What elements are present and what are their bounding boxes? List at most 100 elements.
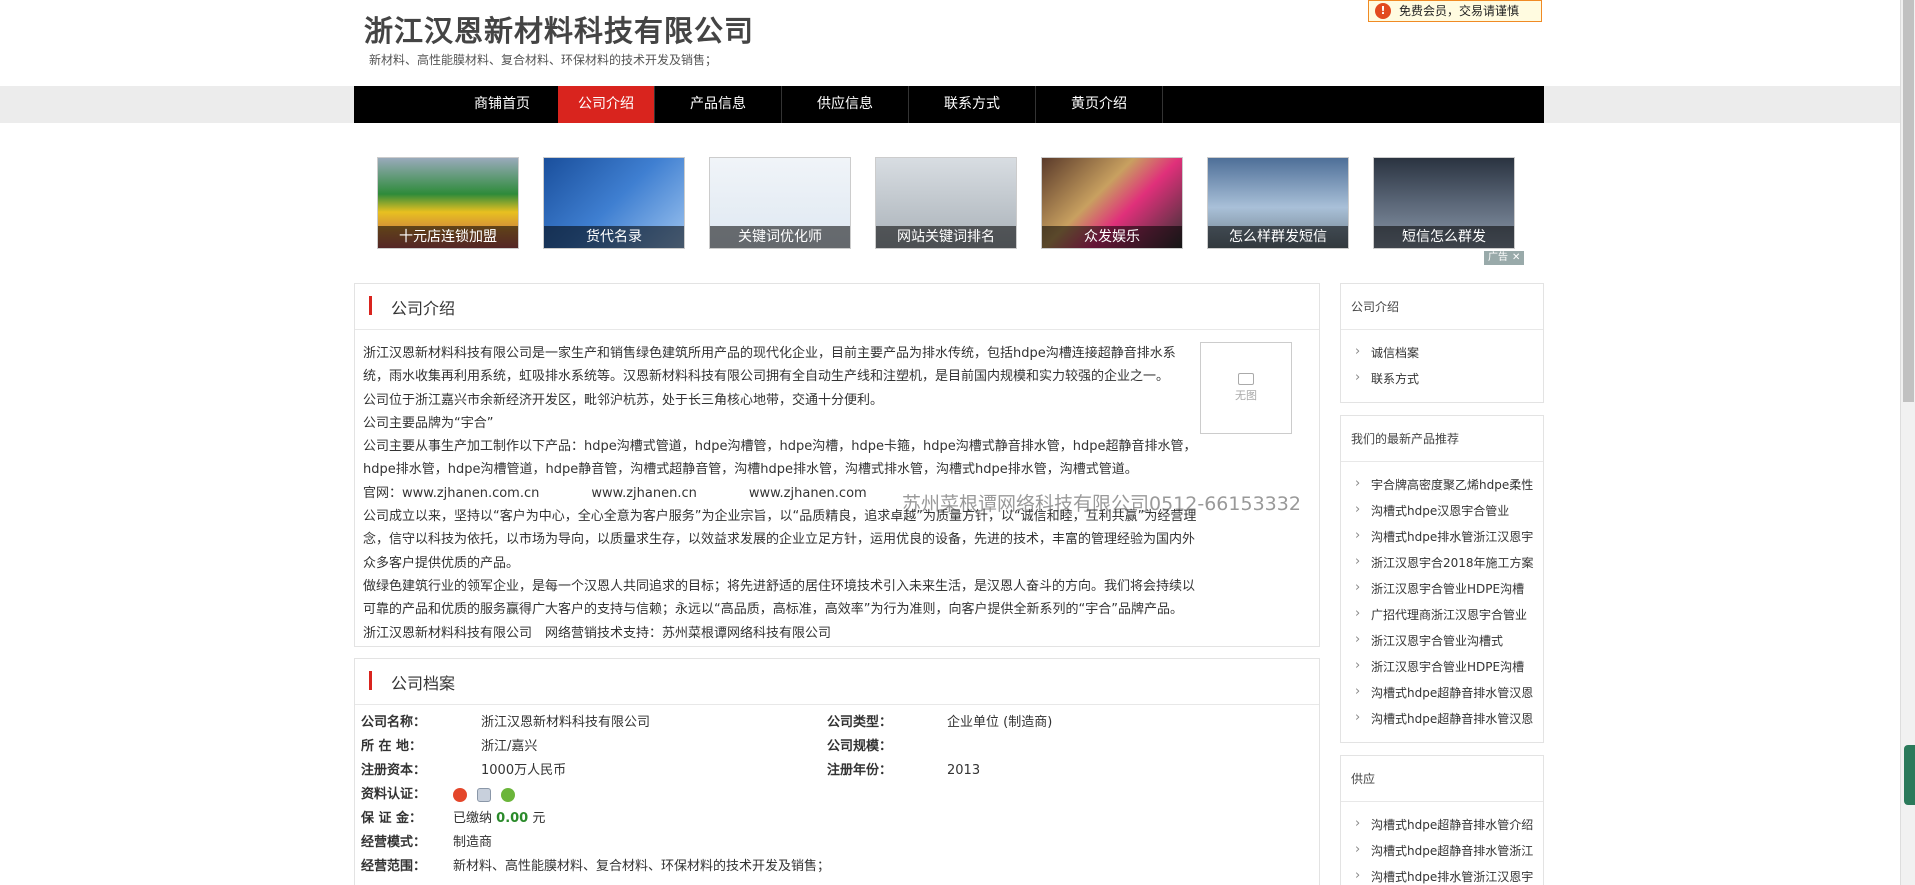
sidebar-new-products-list: 宇合牌高密度聚乙烯hdpe柔性 沟槽式hdpe汉恩宇合管业 沟槽式hdpe排水管… — [1341, 462, 1543, 732]
watermark: 苏州菜根谭网络科技有限公司0512-66153332 — [902, 493, 1301, 515]
field-label: 公司类型： — [827, 715, 893, 730]
ad-strip: 十元店连锁加盟 货代名录 关键词优化师 网站关键词排名 众发娱乐 怎么样群发短信… — [354, 155, 1544, 271]
ad-tile[interactable]: 十元店连锁加盟 — [377, 157, 519, 249]
archive-scope-value: 新材料、高性能膜材料、复合材料、环保材料的技术开发及销售； — [453, 859, 831, 874]
archive-location-value: 浙江/嘉兴 — [481, 739, 538, 754]
ad-caption: 货代名录 — [544, 226, 684, 248]
sidebar-supply-panel: 供应 沟槽式hdpe超静音排水管介绍 沟槽式hdpe超静音排水管浙江 沟槽式hd… — [1340, 755, 1544, 885]
company-description: 新材料、高性能膜材料、复合材料、环保材料的技术开发及销售； — [369, 53, 718, 67]
intro-paragraph: 公司位于浙江嘉兴市余新经济开发区，毗邻沪杭苏，处于长三角核心地带，交通十分便利。 — [363, 392, 884, 408]
deposit-unit: 元 — [532, 811, 546, 826]
close-icon[interactable]: ✕ — [1512, 251, 1520, 265]
intro-title: 公司介绍 — [391, 299, 456, 318]
ad-caption: 十元店连锁加盟 — [378, 226, 518, 248]
ad-label-text: 广告 — [1488, 252, 1508, 263]
field-label: 公司规模： — [827, 739, 893, 754]
archive-capital-value: 1000万人民币 — [481, 763, 567, 778]
warning-icon: ! — [1375, 3, 1391, 19]
list-item[interactable]: 浙江汉恩宇合管业HDPE沟槽 — [1351, 654, 1543, 680]
ad-tile[interactable]: 网站关键词排名 — [875, 157, 1017, 249]
intro-paragraph: 浙江汉恩新材料科技有限公司是一家生产和销售绿色建筑所用产品的现代化企业，目前主要… — [363, 346, 1176, 385]
member-warning-badge[interactable]: ! 免费会员，交易请谨慎 — [1368, 0, 1542, 22]
ad-tile[interactable]: 关键词优化师 — [709, 157, 851, 249]
ad-caption: 怎么样群发短信 — [1208, 226, 1348, 248]
archive-company-type-label: 公司类型： — [827, 713, 892, 733]
nav-contact[interactable]: 联系方式 — [909, 86, 1036, 123]
company-name: 浙江汉恩新材料科技有限公司 — [364, 14, 755, 48]
list-item[interactable]: 浙江汉恩宇合2018年施工方案 — [1351, 550, 1543, 576]
list-item[interactable]: 浙江汉恩宇合管业HDPE沟槽 — [1351, 576, 1543, 602]
archive-capital-label: 注册资本： — [361, 761, 426, 781]
archive-cert-row: 资料认证： — [361, 785, 426, 805]
archive-company-type-value: 企业单位 (制造商) — [947, 715, 1053, 730]
archive-deposit-value: 已缴纳 0.00 元 — [453, 809, 545, 829]
archive-reg-year-label: 注册年份： — [827, 761, 892, 781]
verified-icon[interactable] — [501, 787, 516, 802]
main-nav: 商铺首页 公司介绍 产品信息 供应信息 联系方式 黄页介绍 — [354, 86, 1544, 123]
nav-products[interactable]: 产品信息 — [655, 86, 782, 123]
business-license-icon[interactable] — [477, 787, 492, 802]
sidebar-supply-list: 沟槽式hdpe超静音排水管介绍 沟槽式hdpe超静音排水管浙江 沟槽式hdpe排… — [1341, 802, 1543, 885]
intro-paragraph: 做绿色建筑行业的领军企业，是每一个汉恩人共同追求的目标；将先进舒适的居住环境技术… — [363, 578, 1196, 618]
side-float-tab[interactable] — [1904, 745, 1915, 805]
deposit-prefix: 已缴纳 — [453, 811, 493, 826]
title-accent-bar — [369, 671, 372, 690]
list-item[interactable]: 广招代理商浙江汉恩宇合管业 — [1351, 602, 1543, 628]
credit-shield-icon[interactable] — [453, 787, 467, 802]
company-image-placeholder: 无图 — [1200, 342, 1292, 434]
sidebar-intro-links: 诚信档案 联系方式 — [1341, 330, 1543, 392]
field-label: 经营模式： — [361, 835, 427, 850]
list-item[interactable]: 沟槽式hdpe排水管浙江汉恩宇 — [1351, 864, 1543, 885]
sidebar-link-credit-archive[interactable]: 诚信档案 — [1351, 340, 1543, 366]
list-item[interactable]: 沟槽式hdpe超静音排水管介绍 — [1351, 812, 1543, 838]
archive-company-name-row: 公司名称： — [361, 713, 426, 733]
nav-yellow-pages[interactable]: 黄页介绍 — [1036, 86, 1163, 123]
ad-tile[interactable]: 货代名录 — [543, 157, 685, 249]
ad-tile[interactable]: 短信怎么群发 — [1373, 157, 1515, 249]
list-item[interactable]: 浙江汉恩宇合管业沟槽式 — [1351, 628, 1543, 654]
nav-company-intro[interactable]: 公司介绍 — [558, 86, 655, 123]
archive-deposit-label: 保 证 金： — [361, 809, 422, 829]
archive-mode-value: 制造商 — [453, 835, 493, 850]
intro-paragraph: 公司主要从事生产加工制作以下产品：hdpe沟槽式管道，hdpe沟槽管，hdpe沟… — [363, 439, 1197, 478]
archive-mode-label: 经营模式： — [361, 833, 426, 853]
intro-panel-header: 公司介绍 — [355, 284, 1319, 330]
scrollbar-thumb[interactable] — [1903, 0, 1914, 402]
list-item[interactable]: 沟槽式hdpe排水管浙江汉恩宇 — [1351, 524, 1543, 550]
ad-caption: 网站关键词排名 — [876, 226, 1016, 248]
archive-panel: 公司档案 公司名称： 浙江汉恩新材料科技有限公司 公司类型： 企业单位 (制造商… — [354, 658, 1320, 885]
list-item[interactable]: 沟槽式hdpe超静音排水管汉恩 — [1351, 680, 1543, 706]
sidebar-new-products-title: 我们的最新产品推荐 — [1341, 416, 1543, 462]
title-accent-bar — [369, 296, 372, 315]
sidebar-new-products-panel: 我们的最新产品推荐 宇合牌高密度聚乙烯hdpe柔性 沟槽式hdpe汉恩宇合管业 … — [1340, 415, 1544, 743]
ad-tile[interactable]: 怎么样群发短信 — [1207, 157, 1349, 249]
field-label: 资料认证： — [361, 787, 427, 802]
ad-tile[interactable]: 众发娱乐 — [1041, 157, 1183, 249]
sidebar-intro-panel: 公司介绍 诚信档案 联系方式 — [1340, 283, 1544, 403]
list-item[interactable]: 沟槽式hdpe超静音排水管浙江 — [1351, 838, 1543, 864]
field-label: 公司名称： — [361, 715, 427, 730]
shop-header: 浙江汉恩新材料科技有限公司 新材料、高性能膜材料、复合材料、环保材料的技术开发及… — [354, 0, 1544, 86]
archive-scale-label: 公司规模： — [827, 737, 892, 757]
sidebar-link-contact[interactable]: 联系方式 — [1351, 366, 1543, 392]
nav-supply[interactable]: 供应信息 — [782, 86, 909, 123]
member-warning-text: 免费会员，交易请谨慎 — [1399, 4, 1520, 18]
field-label: 经营范围： — [361, 859, 427, 874]
nav-home[interactable]: 商铺首页 — [446, 86, 558, 123]
camera-icon — [1238, 373, 1254, 385]
list-item[interactable]: 沟槽式hdpe汉恩宇合管业 — [1351, 498, 1543, 524]
cert-icons — [453, 785, 521, 805]
ad-caption: 关键词优化师 — [710, 226, 850, 248]
ad-caption: 众发娱乐 — [1042, 226, 1182, 248]
field-label: 注册年份： — [827, 763, 893, 778]
no-image-label: 无图 — [1235, 389, 1257, 402]
archive-title: 公司档案 — [391, 674, 456, 693]
list-item[interactable]: 沟槽式hdpe超静音排水管汉恩 — [1351, 706, 1543, 732]
list-item[interactable]: 宇合牌高密度聚乙烯hdpe柔性 — [1351, 472, 1543, 498]
intro-panel: 公司介绍 浙江汉恩新材料科技有限公司是一家生产和销售绿色建筑所用产品的现代化企业… — [354, 283, 1320, 647]
ad-label[interactable]: 广告 ✕ — [1484, 251, 1525, 265]
archive-panel-header: 公司档案 — [355, 659, 1319, 705]
field-label: 保 证 金： — [361, 811, 423, 826]
page: 浙江汉恩新材料科技有限公司 新材料、高性能膜材料、复合材料、环保材料的技术开发及… — [0, 0, 1915, 885]
